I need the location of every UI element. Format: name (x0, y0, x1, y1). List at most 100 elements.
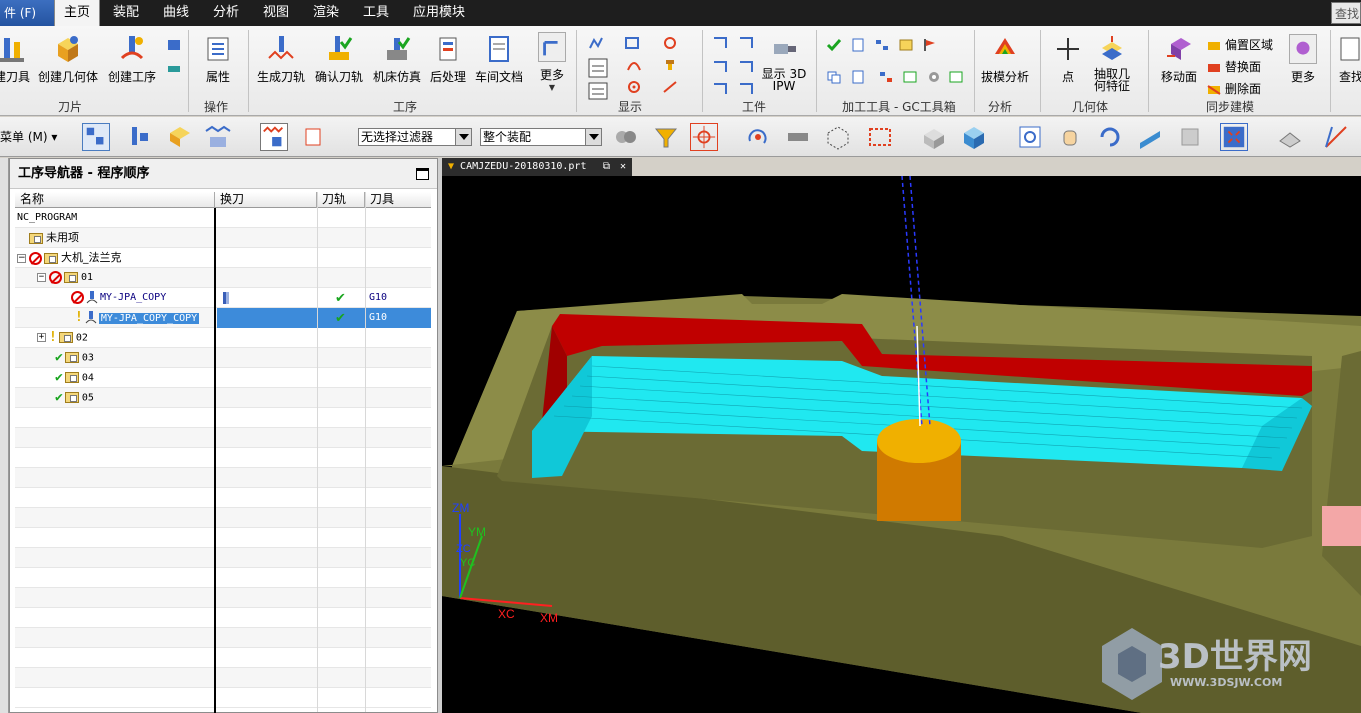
move-face-button[interactable]: 移动面 (1156, 34, 1202, 85)
select-region-icon[interactable] (866, 123, 894, 151)
edge-display-icon[interactable] (1176, 123, 1204, 151)
gc-doc-icon[interactable] (850, 38, 866, 52)
clear-display-icon[interactable] (300, 123, 328, 151)
create-tool-button[interactable]: 建刀具 (0, 34, 32, 85)
section-view-icon[interactable] (1136, 123, 1164, 151)
file-menu-button[interactable]: 件 (F) (0, 0, 54, 26)
tool-small-icon-2[interactable] (166, 62, 182, 76)
display-path-icon[interactable] (588, 36, 604, 50)
file-tab[interactable]: ▼ CAMJZEDU-20180310.prt ⧉ ✕ (442, 158, 632, 176)
table-row[interactable]: 未用项 (15, 228, 431, 248)
gc-gear-icon[interactable] (926, 70, 942, 84)
gc-flag-icon[interactable] (922, 38, 938, 52)
program-order-view-icon[interactable] (82, 123, 110, 151)
filter-funnel-icon[interactable] (652, 123, 680, 151)
cam-model-scene[interactable]: ZM YM ZC YC XC XM 3D世界网 WWW.3DSJW.COM (442, 176, 1361, 713)
expand-toggle-icon[interactable]: + (37, 333, 46, 342)
table-row[interactable]: MY-JPA_COPY ✔ G10 (15, 288, 431, 308)
rotate-view-icon[interactable] (1096, 123, 1124, 151)
table-row[interactable]: −01 (15, 268, 431, 288)
method-view-icon[interactable] (204, 123, 232, 151)
tab-application[interactable]: 应用模块 (406, 0, 472, 26)
snap-point-icon[interactable] (612, 123, 640, 151)
rotate-point-icon[interactable] (744, 123, 772, 151)
column-header-path[interactable]: 刀轨 (317, 192, 365, 208)
tab-tools[interactable]: 工具 (354, 0, 398, 26)
workpiece-icon-6[interactable] (738, 82, 754, 96)
column-header-tool[interactable]: 刀具 (365, 192, 431, 208)
table-row[interactable]: ✔ 04 (15, 368, 431, 388)
tab-view[interactable]: 视图 (254, 0, 298, 26)
gc-sheet-icon[interactable] (902, 70, 918, 84)
display-target-icon[interactable] (626, 80, 642, 94)
tab-home[interactable]: 主页 (54, 0, 100, 26)
fit-view-icon[interactable] (1220, 123, 1248, 151)
geometry-view-icon[interactable] (166, 123, 194, 151)
close-icon[interactable]: ✕ (620, 158, 626, 176)
measure-icon[interactable] (784, 123, 812, 151)
machine-simulation-button[interactable]: 机床仿真 (370, 34, 424, 85)
table-row-selected[interactable]: ! MY-JPA_COPY_COPY ✔ G10 (15, 308, 431, 328)
display-list-icon[interactable] (588, 58, 608, 78)
tab-curve[interactable]: 曲线 (154, 0, 198, 26)
delete-face-button[interactable]: 删除面 (1206, 80, 1261, 97)
menu-dropdown-button[interactable]: 菜单 (M) ▾ (0, 128, 57, 145)
shop-documentation-button[interactable]: 车间文档 (472, 34, 526, 85)
display-tool-icon[interactable] (662, 58, 678, 72)
column-header-name[interactable]: 名称 (15, 192, 215, 208)
gc-page-icon[interactable] (850, 70, 866, 84)
replace-face-button[interactable]: 替换面 (1206, 58, 1261, 75)
gc-tree-icon[interactable] (874, 38, 890, 52)
create-operation-button[interactable]: 创建工序 (104, 34, 160, 85)
find-button[interactable]: 查找 (1336, 34, 1361, 85)
offset-region-button[interactable]: 偏置区域 (1206, 36, 1273, 53)
display-curve-icon[interactable] (626, 58, 642, 72)
wireframe-box-icon[interactable] (824, 123, 852, 151)
shaded-view-icon[interactable] (920, 123, 948, 151)
gc-table-icon[interactable] (898, 38, 914, 52)
view-orient-icon[interactable] (1276, 123, 1304, 151)
properties-button[interactable]: 属性 (196, 34, 240, 85)
table-row[interactable]: ✔ 03 (15, 348, 431, 368)
display-line-icon[interactable] (662, 80, 678, 94)
tool-small-icon[interactable] (166, 38, 182, 52)
more-sync-button[interactable]: 更多 (1286, 34, 1320, 85)
draft-analysis-button[interactable]: 拔模分析 (978, 34, 1032, 85)
maximize-icon[interactable] (416, 168, 429, 180)
workpiece-icon-2[interactable] (738, 36, 754, 50)
iso-view-icon[interactable] (960, 123, 988, 151)
csys-icon[interactable] (1322, 123, 1350, 151)
zoom-icon[interactable] (1016, 123, 1044, 151)
table-row[interactable]: +! 02 (15, 328, 431, 348)
show-3d-ipw-button[interactable]: 显示 3D IPW (758, 34, 810, 93)
workpiece-icon-5[interactable] (712, 82, 728, 96)
machine-tool-view-icon[interactable] (126, 123, 154, 151)
extract-geometry-button[interactable]: 抽取几何特征 (1090, 34, 1134, 93)
select-crosshair-icon[interactable] (690, 123, 718, 151)
tab-render[interactable]: 渲染 (304, 0, 348, 26)
workpiece-icon-4[interactable] (738, 60, 754, 74)
graphics-viewport[interactable]: ZM YM ZC YC XC XM 3D世界网 WWW.3DSJW.COM (442, 176, 1361, 713)
workpiece-icon-1[interactable] (712, 36, 728, 50)
postprocess-button[interactable]: 后处理 (426, 34, 470, 85)
tab-analysis[interactable]: 分析 (204, 0, 248, 26)
pan-hand-icon[interactable] (1056, 123, 1084, 151)
point-button[interactable]: 点 (1048, 34, 1088, 85)
float-tab-icon[interactable]: ⧉ (603, 158, 610, 176)
verify-path-button[interactable]: 确认刀轨 (312, 34, 366, 85)
display-crosshair-icon[interactable] (662, 36, 678, 50)
tab-assembly[interactable]: 装配 (104, 0, 148, 26)
command-search-field[interactable]: 查找 (1331, 2, 1361, 24)
create-geometry-button[interactable]: 创建几何体 (36, 34, 100, 85)
gc-copy-icon[interactable] (826, 70, 842, 84)
column-resize-handle[interactable] (214, 208, 216, 713)
display-box-icon[interactable] (624, 36, 640, 50)
workpiece-icon-3[interactable] (712, 60, 728, 74)
gc-group-icon[interactable] (878, 70, 894, 84)
gc-check-icon[interactable] (826, 38, 842, 52)
collapse-toggle-icon[interactable]: − (17, 253, 26, 263)
table-row[interactable]: − 大机_法兰克 (15, 248, 431, 268)
collapse-toggle-icon[interactable]: − (37, 272, 46, 282)
assembly-scope-select[interactable]: 整个装配 (480, 128, 602, 146)
table-row[interactable]: NC_PROGRAM (15, 208, 431, 228)
